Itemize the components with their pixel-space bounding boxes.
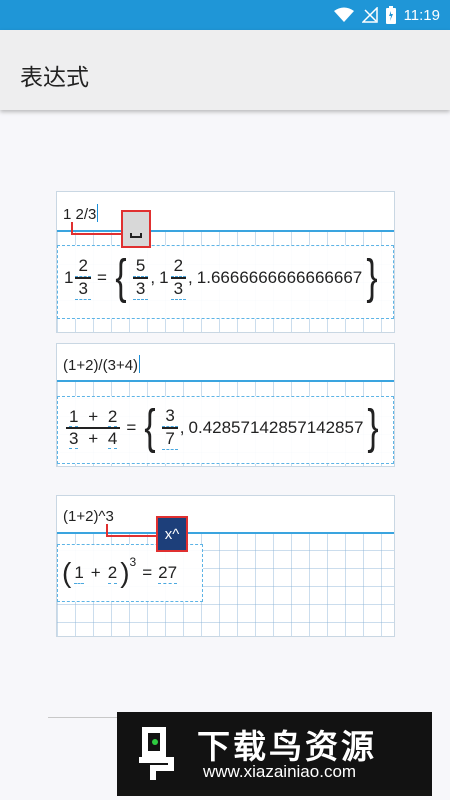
result-math: 1 2 3 = { 5 3 , 1 2 3 , 1.66666666666666… xyxy=(64,254,382,302)
expression-input-text: (1+2)/(3+4) xyxy=(63,355,141,374)
fraction: 2 3 xyxy=(75,256,91,300)
expression-input-text: (1+2)^3 xyxy=(63,508,114,525)
watermark-banner: 下载鸟资源 www.xiazainiao.com xyxy=(117,712,432,796)
expression-result-1: 1 2 3 = { 5 3 , 1 2 3 , 1.66666666666666… xyxy=(57,245,394,319)
status-icons: 11:19 xyxy=(333,6,440,24)
no-signal-icon xyxy=(361,7,378,23)
left-brace: { xyxy=(144,401,156,454)
expression-card-1[interactable]: 1 2/3 1 2 3 = { 5 3 , 1 2 3 , 1.66666666… xyxy=(56,191,395,333)
wifi-icon xyxy=(333,7,354,22)
expression-card-2[interactable]: (1+2)/(3+4) 1 + 2 3 + 4 = { 3 7 , 0.4285… xyxy=(56,343,395,467)
expression-result-3: ( 1 + 2 ) 3 = 27 xyxy=(57,544,203,602)
right-paren: ) xyxy=(120,557,130,588)
text-caret xyxy=(97,204,99,222)
fraction: 1 + 2 3 + 4 xyxy=(66,407,121,449)
separator: , xyxy=(179,418,185,437)
expression-result-2: 1 + 2 3 + 4 = { 3 7 , 0.4285714285714285… xyxy=(57,396,394,464)
status-time: 11:19 xyxy=(403,6,440,24)
right-brace: } xyxy=(366,251,378,304)
result-math: ( 1 + 2 ) 3 = 27 xyxy=(62,555,178,588)
battery-icon xyxy=(385,6,396,24)
page-title: 表达式 xyxy=(20,65,89,91)
result-value: 27 xyxy=(158,562,178,584)
watermark-title: 下载鸟资源 xyxy=(197,727,377,766)
separator: , xyxy=(188,268,193,287)
equals-sign: = xyxy=(142,563,153,582)
expression-card-3[interactable]: (1+2)^3 ( 1 + 2 ) 3 = 27 xyxy=(56,495,395,637)
text-caret xyxy=(139,355,141,373)
fraction-mixed: 2 3 xyxy=(170,256,187,300)
callout-connector xyxy=(106,535,156,537)
bird-logo-icon xyxy=(139,727,174,780)
left-paren: ( xyxy=(62,557,72,588)
equals-sign: = xyxy=(126,418,137,437)
separator: , xyxy=(150,268,156,287)
decimal-value: 0.42857142857142857 xyxy=(188,418,364,437)
app-bar: 表达式 xyxy=(0,30,450,110)
denominator: 3 + 4 xyxy=(69,428,118,449)
space-icon xyxy=(130,233,142,238)
status-bar: 11:19 xyxy=(0,0,450,30)
expression-input-1[interactable]: 1 2/3 xyxy=(57,192,394,232)
divider xyxy=(48,717,128,718)
exponent: 3 xyxy=(129,555,137,569)
power-key[interactable]: x^ xyxy=(156,516,188,552)
expression-input-2[interactable]: (1+2)/(3+4) xyxy=(57,344,394,382)
mixed-whole: 1 xyxy=(64,268,74,287)
decimal-value: 1.6666666666666667 xyxy=(196,268,363,287)
left-brace: { xyxy=(115,251,127,304)
mixed-whole-alt: 1 xyxy=(159,268,169,287)
fraction-reduced: 3 7 xyxy=(162,406,178,450)
numerator: 1 + 2 xyxy=(69,407,118,428)
callout-connector xyxy=(71,233,121,235)
right-brace: } xyxy=(367,401,380,454)
watermark-url: www.xiazainiao.com xyxy=(203,762,357,781)
equals-sign: = xyxy=(96,268,107,287)
expression-input-text: 1 2/3 xyxy=(63,204,99,223)
space-key[interactable] xyxy=(121,210,151,248)
fraction-improper: 5 3 xyxy=(132,256,149,300)
result-math: 1 + 2 3 + 4 = { 3 7 , 0.4285714285714285… xyxy=(64,404,383,452)
